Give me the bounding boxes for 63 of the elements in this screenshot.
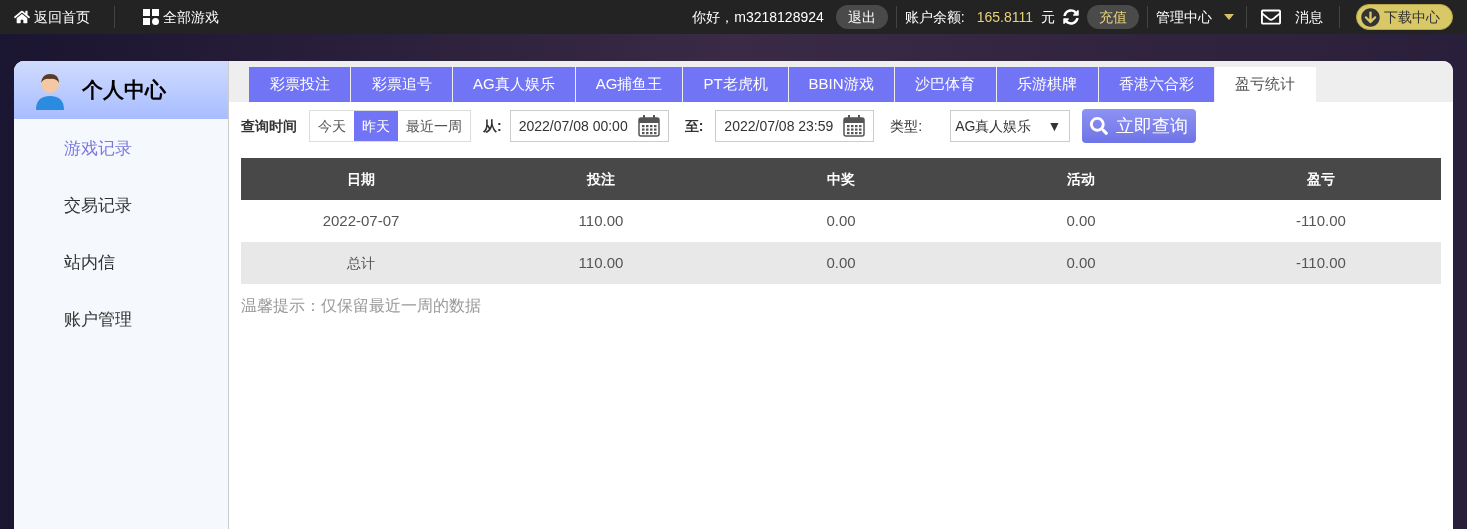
greeting: 你好，m3218128924 bbox=[692, 7, 824, 27]
sidebar-item[interactable]: 交易记录 bbox=[14, 190, 228, 247]
table-cell-text: 0.00 bbox=[1065, 210, 1097, 231]
tab[interactable]: 盈亏统计 bbox=[1214, 67, 1316, 102]
recharge-button[interactable]: 充值 bbox=[1087, 5, 1139, 29]
logout-button[interactable]: 退出 bbox=[835, 5, 888, 29]
tab[interactable]: AG捕鱼王 bbox=[575, 67, 683, 102]
column-header: 投注 bbox=[585, 169, 616, 189]
tab[interactable]: 沙巴体育 bbox=[894, 67, 996, 102]
table-cell-text: 0.00 bbox=[1065, 252, 1097, 273]
sidebar-item[interactable]: 账户管理 bbox=[14, 304, 228, 361]
messages-link[interactable]: 消息 bbox=[1295, 6, 1323, 28]
caret-icon bbox=[1224, 14, 1234, 20]
column-header: 活动 bbox=[1066, 169, 1096, 189]
balance-amount: 165.8111 bbox=[976, 7, 1033, 27]
time-label: 查询时间 bbox=[241, 116, 297, 136]
table-cell-text: 110.00 bbox=[577, 252, 625, 273]
download-button[interactable]: 下载中心 bbox=[1356, 4, 1453, 30]
table-cell-text: 110.00 bbox=[577, 210, 625, 231]
home-icon bbox=[14, 9, 30, 25]
manage-menu[interactable]: 管理中心 bbox=[1156, 6, 1234, 28]
type-value: AG真人娱乐 bbox=[955, 116, 1032, 136]
range-toggle[interactable]: 昨天 bbox=[354, 111, 398, 141]
from-label: 从: bbox=[483, 116, 502, 136]
sidebar-item[interactable]: 站内信 bbox=[14, 247, 228, 304]
table-cell-text: 0.00 bbox=[825, 252, 857, 273]
to-label: 至: bbox=[684, 116, 704, 136]
search-icon bbox=[1090, 117, 1109, 135]
select-caret: ▼ bbox=[1047, 116, 1062, 136]
from-date: 2022/07/08 00:00 bbox=[518, 116, 628, 136]
column-header: 中奖 bbox=[826, 169, 856, 189]
calendar-icon[interactable] bbox=[637, 115, 660, 137]
sidebar-item[interactable]: 游戏记录 bbox=[14, 133, 228, 190]
to-date: 2022/07/08 23:59 bbox=[724, 116, 834, 136]
calendar-icon[interactable] bbox=[843, 115, 866, 137]
type-select[interactable]: AG真人娱乐 ▼ bbox=[950, 110, 1071, 142]
table-cell-text: 2022-07-07 bbox=[321, 210, 401, 231]
column-header: 盈亏 bbox=[1306, 169, 1336, 189]
to-date-field[interactable]: 2022/07/08 23:59 bbox=[715, 110, 875, 142]
table-cell-text: 总计 bbox=[346, 253, 376, 273]
table-cell-text: 0.00 bbox=[825, 210, 857, 231]
tab[interactable]: 彩票投注 bbox=[249, 67, 350, 102]
tip-text: 温馨提示：仅保留最近一周的数据 bbox=[241, 296, 482, 316]
from-date-field[interactable]: 2022/07/08 00:00 bbox=[509, 110, 669, 142]
home-link[interactable]: 返回首页 bbox=[14, 6, 115, 28]
tab[interactable]: BBIN游戏 bbox=[788, 67, 894, 102]
balance-label: 账户余额: bbox=[904, 7, 965, 27]
sidebar-title: 个人中心 bbox=[82, 77, 166, 104]
tab[interactable]: PT老虎机 bbox=[683, 67, 788, 102]
column-header: 日期 bbox=[346, 169, 376, 189]
tab[interactable]: 香港六合彩 bbox=[1098, 67, 1214, 102]
tab[interactable]: 彩票追号 bbox=[351, 67, 452, 102]
refresh-icon[interactable] bbox=[1063, 9, 1079, 25]
all-games-link[interactable]: 全部游戏 bbox=[115, 6, 219, 28]
tab[interactable]: 乐游棋牌 bbox=[996, 67, 1098, 102]
table-cell-text: -110.00 bbox=[1295, 252, 1347, 273]
table-cell-text: -110.00 bbox=[1295, 210, 1347, 231]
mail-icon[interactable] bbox=[1259, 7, 1283, 27]
grid-icon bbox=[143, 9, 159, 25]
currency: 元 bbox=[1041, 7, 1055, 27]
download-icon bbox=[1361, 7, 1380, 27]
type-label: 类型: bbox=[890, 116, 923, 136]
tab[interactable]: AG真人娱乐 bbox=[453, 67, 575, 102]
